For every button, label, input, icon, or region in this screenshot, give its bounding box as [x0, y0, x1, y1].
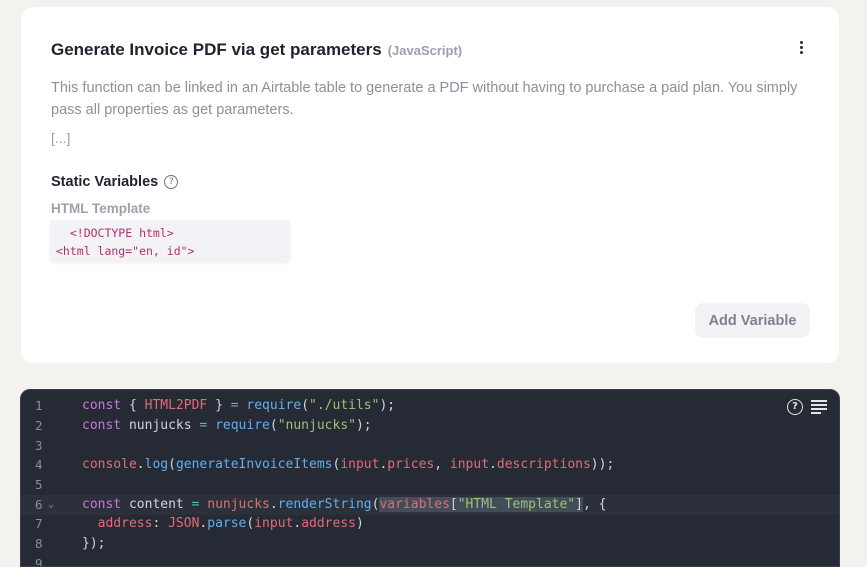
function-title: Generate Invoice PDF via get parameters — [51, 40, 382, 59]
add-variable-button[interactable]: Add Variable — [695, 303, 810, 338]
variable-value-preview[interactable]: <!DOCTYPE html> <html lang="en, id"> — [50, 220, 290, 262]
language-label: (JavaScript) — [387, 43, 463, 58]
code-line: 4 console.log(generateInvoiceItems(input… — [35, 457, 615, 472]
code-line: 5 — [35, 477, 43, 492]
static-variables-header: Static Variables ? — [51, 174, 179, 190]
function-header: Generate Invoice PDF via get parameters … — [51, 40, 462, 60]
read-more-link[interactable]: [...] — [51, 130, 70, 146]
variable-name: HTML Template — [51, 201, 151, 216]
code-editor[interactable]: ? 1 const { HTML2PDF } = require("./util… — [20, 389, 840, 567]
code-line: 8 }); — [35, 536, 106, 551]
code-line: 1 const { HTML2PDF } = require("./utils"… — [35, 398, 396, 413]
code-line: 9 — [35, 556, 43, 567]
code-line: 2 const nunjucks = require("nunjucks"); — [35, 418, 372, 433]
preview-line-2: <html lang="en, id"> — [56, 244, 195, 258]
preview-line-1: <!DOCTYPE html> — [56, 226, 174, 240]
fold-chevron-icon[interactable]: ⌄ — [48, 495, 54, 515]
code-line: 3 — [35, 438, 43, 453]
code-line-active: 6 ⌄ const content = nunjucks.renderStrin… — [21, 495, 839, 515]
function-description: This function can be linked in an Airtab… — [51, 80, 798, 118]
help-icon[interactable]: ? — [164, 175, 179, 189]
static-variables-label: Static Variables — [51, 174, 159, 190]
function-card: Generate Invoice PDF via get parameters … — [21, 7, 839, 363]
code-line: 7 address: JSON.parse(input.address) — [35, 516, 364, 531]
more-options-icon[interactable] — [793, 37, 809, 57]
